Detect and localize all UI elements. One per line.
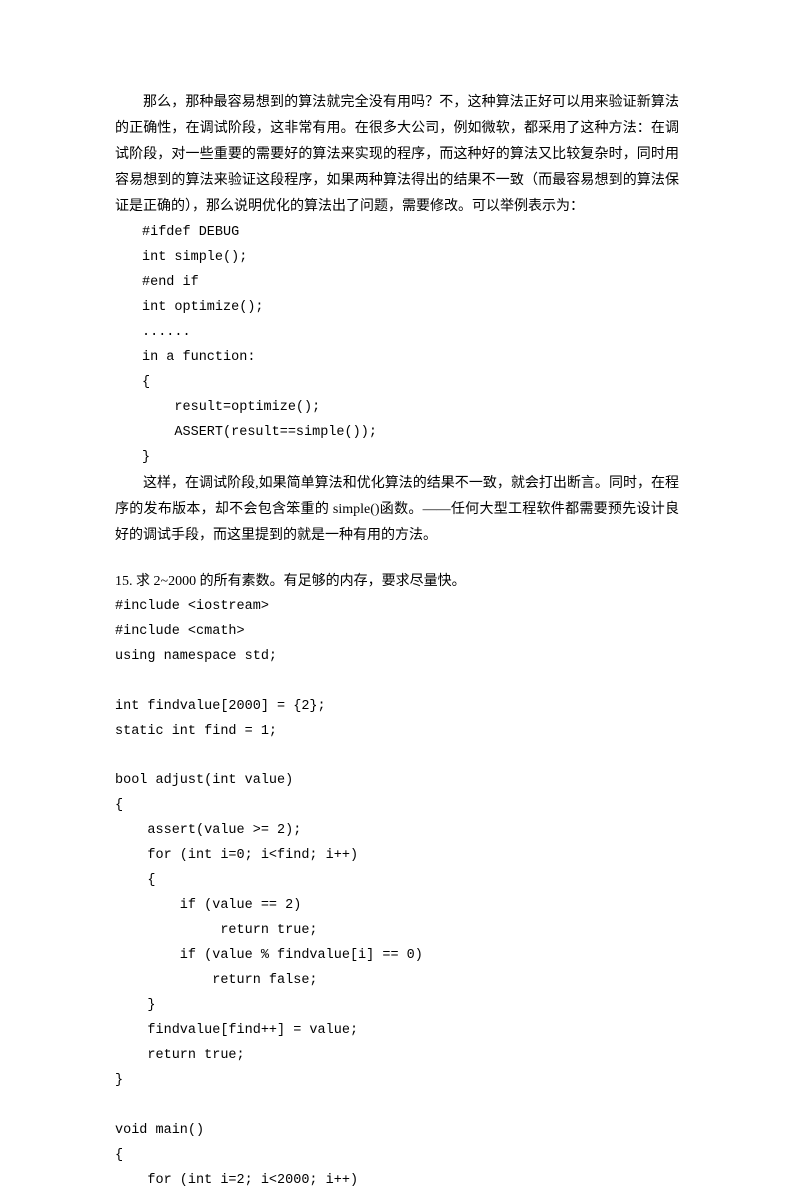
paragraph-2: 这样，在调试阶段,如果简单算法和优化算法的结果不一致，就会打出断言。同时，在程序… [115,471,679,549]
code-block-1: #ifdef DEBUG int simple(); #end if int o… [142,221,679,471]
paragraph-1: 那么，那种最容易想到的算法就完全没有用吗？不，这种算法正好可以用来验证新算法的正… [115,90,679,219]
problem-title: 15. 求 2~2000 的所有素数。有足够的内存，要求尽量快。 [115,569,679,595]
code-block-2: #include <iostream> #include <cmath> usi… [115,595,679,1194]
spacer [115,551,679,569]
